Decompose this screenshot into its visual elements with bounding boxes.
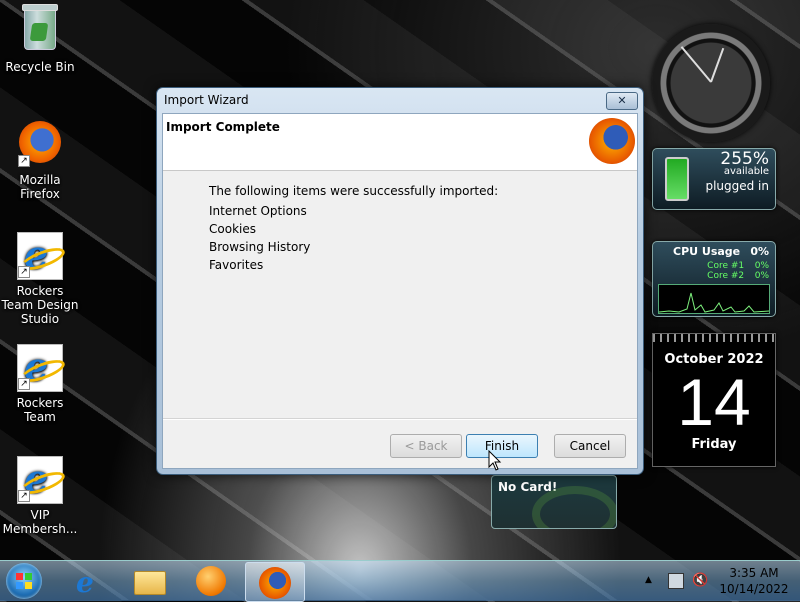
- calendar-weekday: Friday: [691, 437, 737, 452]
- gpu-gadget-text: No Card!: [498, 480, 558, 494]
- list-item: Internet Options: [209, 204, 307, 218]
- cpu-graph: [658, 284, 770, 314]
- clock-gadget[interactable]: [652, 24, 770, 142]
- list-item: Cookies: [209, 222, 256, 236]
- imported-items-list: Internet Options Cookies Browsing Histor…: [209, 202, 310, 274]
- cpu-total: 0%: [750, 245, 769, 258]
- clock-minute-hand: [680, 46, 712, 83]
- taskbar-internet-explorer[interactable]: e: [60, 562, 118, 600]
- desktop-icon-rockers-team[interactable]: e ↗ Rockers Team: [0, 344, 80, 424]
- internet-explorer-icon: e ↗: [16, 344, 64, 392]
- firefox-icon: [259, 567, 291, 599]
- start-button[interactable]: [6, 563, 42, 599]
- cpu-core-value: 0%: [754, 271, 769, 281]
- clock-date: 10/14/2022: [719, 582, 789, 596]
- taskbar-windows-explorer[interactable]: [120, 562, 178, 600]
- close-button[interactable]: ✕: [606, 92, 638, 110]
- import-wizard-window: Import Wizard ✕ Import Complete The foll…: [156, 87, 644, 475]
- calendar-rings: [653, 334, 775, 342]
- folder-icon: [134, 571, 166, 595]
- cpu-title: CPU Usage: [673, 245, 741, 258]
- taskbar-firefox[interactable]: [245, 562, 305, 602]
- system-clock[interactable]: 3:35 AM 10/14/2022: [712, 565, 796, 597]
- cancel-button[interactable]: Cancel: [554, 434, 626, 458]
- desktop-icon-label: Recycle Bin: [5, 60, 75, 74]
- footer-divider: [163, 418, 637, 420]
- media-player-icon: [196, 566, 226, 596]
- internet-explorer-icon: e ↗: [16, 456, 64, 504]
- mouse-cursor-icon: [488, 450, 502, 471]
- internet-explorer-icon: e ↗: [16, 232, 64, 280]
- gpu-gadget[interactable]: No Card!: [491, 475, 617, 529]
- cpu-core-value: 0%: [754, 261, 769, 271]
- clock-hour-hand: [710, 47, 725, 83]
- volume-muted-icon[interactable]: 🔇: [692, 573, 708, 588]
- wizard-header: Import Complete: [163, 114, 637, 171]
- taskbar: e ▲ 🔇 3:35 AM 10/14/2022: [0, 560, 800, 602]
- calendar-day: 14: [677, 365, 751, 439]
- windows-logo-icon: [16, 573, 32, 589]
- finish-button[interactable]: Finish: [466, 434, 538, 458]
- battery-icon: [665, 157, 689, 201]
- wizard-heading: Import Complete: [166, 120, 280, 134]
- import-message: The following items were successfully im…: [209, 184, 499, 198]
- firefox-logo-icon: [589, 118, 635, 164]
- back-button[interactable]: < Back: [390, 434, 462, 458]
- battery-gadget[interactable]: 255% available plugged in: [652, 148, 776, 210]
- internet-explorer-icon: e: [76, 566, 94, 599]
- taskbar-media-player[interactable]: [182, 562, 240, 600]
- list-item: Browsing History: [209, 240, 311, 254]
- close-icon: ✕: [617, 94, 627, 107]
- recycle-bin-icon: [16, 4, 64, 56]
- desktop-icon-label: Rockers Team Design Studio: [1, 284, 79, 326]
- network-icon[interactable]: [668, 573, 684, 589]
- cpu-gadget[interactable]: CPU Usage 0% Core #1 0% Core #2 0%: [652, 241, 776, 317]
- battery-plug-status: plugged in: [705, 179, 769, 193]
- clock-time: 3:35 AM: [729, 566, 779, 580]
- list-item: Favorites: [209, 258, 264, 272]
- desktop-icon-label: Mozilla Firefox: [19, 173, 61, 201]
- desktop-icon-rockers-team-design-studio[interactable]: e ↗ Rockers Team Design Studio: [0, 232, 80, 326]
- desktop-icon-vip-membership[interactable]: e ↗ VIP Membersh...: [0, 456, 80, 536]
- desktop-icon-recycle-bin[interactable]: Recycle Bin: [0, 4, 80, 74]
- wizard-client-area: Import Complete The following items were…: [162, 113, 638, 469]
- show-hidden-icons-icon[interactable]: ▲: [645, 575, 652, 585]
- cpu-core-name: Core #1: [707, 261, 745, 271]
- battery-status: available: [723, 166, 769, 177]
- desktop-icon-firefox[interactable]: ↗ Mozilla Firefox: [0, 118, 80, 201]
- cpu-core-1: Core #1 0%: [707, 261, 769, 271]
- cpu-core-name: Core #2: [707, 271, 745, 281]
- desktop-icon-label: Rockers Team: [16, 396, 64, 424]
- calendar-gadget[interactable]: October 2022 14 Friday: [652, 333, 776, 467]
- desktop-icon-label: VIP Membersh...: [2, 508, 78, 536]
- cpu-core-2: Core #2 0%: [707, 271, 769, 281]
- window-title: Import Wizard: [164, 93, 249, 107]
- firefox-icon: ↗: [16, 121, 64, 169]
